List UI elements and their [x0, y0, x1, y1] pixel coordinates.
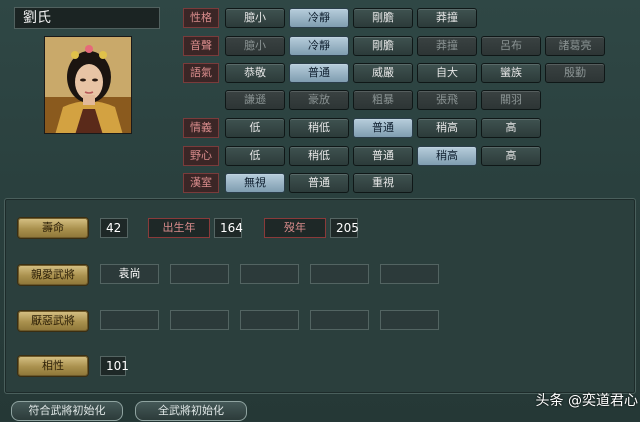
tone-option-bold[interactable]: 豪放 [289, 90, 349, 110]
tone-option-arrogant[interactable]: 自大 [417, 63, 477, 83]
loyalty-option-high[interactable]: 高 [481, 118, 541, 138]
voice-option-timid[interactable]: 臆小 [225, 36, 285, 56]
voice-option-calm[interactable]: 冷靜 [289, 36, 349, 56]
loyalty-option-low[interactable]: 低 [225, 118, 285, 138]
death-year-value: 205 [330, 218, 359, 238]
han-label: 漢室 [183, 173, 219, 193]
tone-option-stern[interactable]: 威嚴 [353, 63, 413, 83]
tone-option-zhang-fei[interactable]: 張飛 [417, 90, 477, 110]
liked-general-slot-3[interactable] [240, 264, 299, 284]
personality-option-timid[interactable]: 臆小 [225, 8, 285, 28]
liked-general-slot-2[interactable] [170, 264, 229, 284]
birth-year-label: 出生年 [148, 218, 210, 238]
portrait-image [45, 37, 131, 133]
voice-option-reckless[interactable]: 莽撞 [417, 36, 477, 56]
character-name: 劉氏 [14, 7, 160, 29]
personality-option-bold[interactable]: 剛膽 [353, 8, 413, 28]
loyalty-option-slightly-high[interactable]: 稍高 [417, 118, 477, 138]
birth-year-value: 164 [214, 218, 243, 238]
ambition-option-slightly-high[interactable]: 稍高 [417, 146, 477, 166]
death-year-label: 歿年 [264, 218, 326, 238]
voice-label: 音聲 [183, 36, 219, 56]
loyalty-option-slightly-low[interactable]: 稍低 [289, 118, 349, 138]
tone-option-normal[interactable]: 普通 [289, 63, 349, 83]
loyalty-label: 情義 [183, 118, 219, 138]
compatibility-button[interactable]: 相性 [17, 355, 89, 377]
watermark: 头条 @奕道君心 [535, 393, 638, 409]
compatibility-value: 101 [100, 356, 129, 376]
lifespan-value: 42 [100, 218, 128, 238]
ambition-option-low[interactable]: 低 [225, 146, 285, 166]
voice-option-bold[interactable]: 剛膽 [353, 36, 413, 56]
tone-option-humble[interactable]: 謙遜 [225, 90, 285, 110]
reset-all-generals-button[interactable]: 全武將初始化 [135, 401, 247, 421]
disliked-general-slot-4[interactable] [310, 310, 369, 330]
liked-generals-button[interactable]: 親愛武將 [17, 264, 89, 286]
voice-option-lubu[interactable]: 呂布 [481, 36, 541, 56]
ambition-option-high[interactable]: 高 [481, 146, 541, 166]
han-option-normal[interactable]: 普通 [289, 173, 349, 193]
voice-option-zhuge-liang[interactable]: 諸葛亮 [545, 36, 605, 56]
disliked-generals-button[interactable]: 厭惡武將 [17, 310, 89, 332]
han-option-value[interactable]: 重視 [353, 173, 413, 193]
personality-option-reckless[interactable]: 莽撞 [417, 8, 477, 28]
liked-general-slot-1[interactable]: 袁尚 [100, 264, 159, 284]
tone-option-guan-yu[interactable]: 關羽 [481, 90, 541, 110]
loyalty-option-normal[interactable]: 普通 [353, 118, 413, 138]
han-option-ignore[interactable]: 無視 [225, 173, 285, 193]
disliked-general-slot-2[interactable] [170, 310, 229, 330]
tone-option-barbarian[interactable]: 蠻族 [481, 63, 541, 83]
ambition-option-slightly-low[interactable]: 稍低 [289, 146, 349, 166]
reset-matching-generals-button[interactable]: 符合武將初始化 [11, 401, 123, 421]
personality-option-calm[interactable]: 冷靜 [289, 8, 349, 28]
ambition-label: 野心 [183, 146, 219, 166]
lifespan-button[interactable]: 壽命 [17, 217, 89, 239]
tone-option-rough[interactable]: 粗暴 [353, 90, 413, 110]
disliked-general-slot-3[interactable] [240, 310, 299, 330]
character-portrait [44, 36, 132, 134]
personality-label: 性格 [183, 8, 219, 28]
tone-label: 語氣 [183, 63, 219, 83]
tone-option-respectful[interactable]: 恭敬 [225, 63, 285, 83]
ambition-option-normal[interactable]: 普通 [353, 146, 413, 166]
liked-general-slot-4[interactable] [310, 264, 369, 284]
disliked-general-slot-1[interactable] [100, 310, 159, 330]
disliked-general-slot-5[interactable] [380, 310, 439, 330]
tone-option-courteous[interactable]: 殷勤 [545, 63, 605, 83]
liked-general-slot-5[interactable] [380, 264, 439, 284]
